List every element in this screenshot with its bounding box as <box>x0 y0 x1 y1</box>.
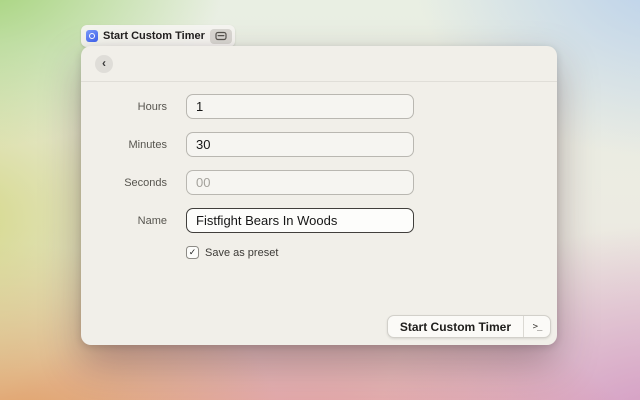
timer-form: Hours Minutes Seconds Name ✓ <box>81 82 557 259</box>
back-button[interactable]: ‹ <box>95 55 113 73</box>
action-button-group: Start Custom Timer >_ <box>387 315 551 338</box>
check-icon: ✓ <box>189 248 197 257</box>
start-custom-timer-button[interactable]: Start Custom Timer <box>388 316 523 337</box>
seconds-input[interactable] <box>186 170 414 195</box>
hours-input[interactable] <box>186 94 414 119</box>
back-chevron-icon: ‹ <box>102 57 106 69</box>
tray-icon <box>215 31 227 41</box>
name-input[interactable] <box>186 208 414 233</box>
save-as-preset-toggle[interactable]: ✓ Save as preset <box>186 246 278 259</box>
hours-label: Hours <box>81 101 186 113</box>
save-as-preset-row: ✓ Save as preset <box>81 246 557 259</box>
hours-field-row: Hours <box>81 94 557 119</box>
terminal-prompt-icon: >_ <box>533 322 542 332</box>
window-tab[interactable]: Start Custom Timer <box>81 25 235 47</box>
minutes-field-row: Minutes <box>81 132 557 157</box>
tab-title: Start Custom Timer <box>103 30 205 42</box>
minutes-input[interactable] <box>186 132 414 157</box>
tray-button[interactable] <box>210 29 232 44</box>
seconds-field-row: Seconds <box>81 170 557 195</box>
seconds-label: Seconds <box>81 177 186 189</box>
window-footer: Start Custom Timer >_ <box>387 315 551 338</box>
name-field-row: Name <box>81 208 557 233</box>
timer-app-icon <box>86 30 98 42</box>
window-header: ‹ <box>81 46 557 82</box>
timer-dial-icon <box>89 33 95 39</box>
start-custom-timer-window: ‹ Hours Minutes Seconds Name <box>81 46 557 345</box>
minutes-label: Minutes <box>81 139 186 151</box>
save-as-preset-label: Save as preset <box>205 247 278 259</box>
terminal-shortcut-button[interactable]: >_ <box>523 316 550 337</box>
checkbox-checked[interactable]: ✓ <box>186 246 199 259</box>
name-label: Name <box>81 215 186 227</box>
